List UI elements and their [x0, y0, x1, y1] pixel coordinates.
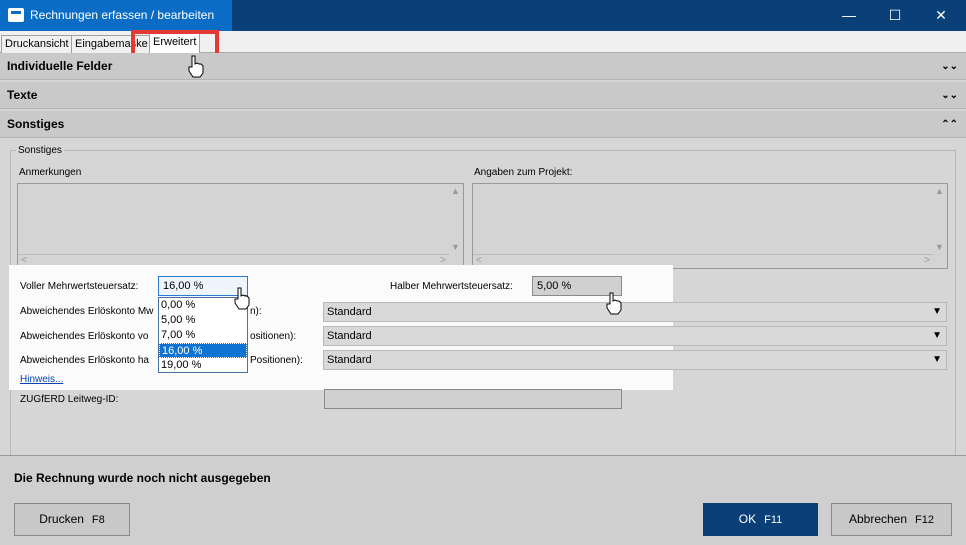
- shortcut-key: F8: [91, 514, 105, 526]
- expand-icon: ⌄⌄: [941, 61, 958, 72]
- dropdown-option[interactable]: 5,00 %: [159, 313, 247, 328]
- zugferd-input[interactable]: [324, 389, 622, 409]
- erloes2-label-end: ositionen):: [250, 331, 297, 342]
- hand-cursor-icon: [188, 55, 204, 78]
- hand-cursor-icon: [606, 292, 622, 315]
- section-label: Sonstiges: [7, 117, 65, 131]
- chevron-down-icon: ▼: [932, 330, 942, 341]
- projekt-textarea[interactable]: ▲ ▼ < >: [472, 183, 948, 269]
- shortcut-key: F12: [915, 514, 934, 526]
- zugferd-label: ZUGfERD Leitweg-ID:: [20, 394, 119, 405]
- erloes3-label: Abweichendes Erlöskonto ha: [20, 355, 149, 366]
- section-label: Individuelle Felder: [7, 59, 113, 73]
- app-icon: [8, 8, 24, 22]
- combo-value: Standard: [327, 330, 372, 342]
- vertical-scrollbar[interactable]: ▲ ▼: [933, 184, 947, 254]
- status-bar: Die Rechnung wurde noch nicht ausgegeben…: [0, 455, 966, 545]
- erloes1-label: Abweichendes Erlöskonto Mw: [20, 306, 154, 317]
- hinweis-link[interactable]: Hinweis...: [20, 374, 63, 385]
- erloes3-combo[interactable]: Standard ▼: [323, 350, 947, 370]
- halber-label: Halber Mehrwertsteuersatz:: [390, 281, 513, 292]
- tab-druckansicht[interactable]: Druckansicht: [1, 35, 73, 53]
- anmerkungen-label: Anmerkungen: [19, 167, 82, 178]
- projekt-label: Angaben zum Projekt:: [474, 167, 573, 178]
- button-label: Abbrechen: [848, 512, 908, 526]
- anmerkungen-textarea[interactable]: ▲ ▼ < >: [17, 183, 464, 269]
- voller-label: Voller Mehrwertsteuersatz:: [20, 281, 139, 292]
- combo-value: Standard: [327, 306, 372, 318]
- chevron-down-icon: ▼: [932, 306, 942, 317]
- group-title: Sonstiges: [16, 145, 64, 156]
- button-label: Drucken: [39, 512, 84, 526]
- erloes2-combo[interactable]: Standard ▼: [323, 326, 947, 346]
- status-text: Die Rechnung wurde noch nicht ausgegeben: [14, 471, 271, 485]
- window-title: Rechnungen erfassen / bearbeiten: [30, 8, 215, 22]
- title-bar: Rechnungen erfassen / bearbeiten — ☐ ✕: [0, 0, 966, 31]
- abbrechen-button[interactable]: Abbrechen F12: [831, 503, 952, 536]
- section-sonstiges[interactable]: Sonstiges ⌃⌃: [0, 111, 966, 138]
- erloes1-combo[interactable]: Standard ▼: [323, 302, 947, 322]
- dropdown-option[interactable]: 19,00 %: [159, 358, 247, 373]
- combo-value: Standard: [327, 354, 372, 366]
- collapse-icon: ⌃⌃: [941, 119, 958, 130]
- expand-icon: ⌄⌄: [941, 90, 958, 101]
- vertical-scrollbar[interactable]: ▲ ▼: [449, 184, 463, 254]
- section-individuelle-felder[interactable]: Individuelle Felder ⌄⌄: [0, 53, 966, 80]
- section-label: Texte: [7, 88, 38, 102]
- erloes3-label-end: Positionen):: [250, 355, 303, 366]
- dropdown-option-selected[interactable]: 16,00 %: [159, 343, 247, 358]
- dropdown-option[interactable]: 7,00 %: [159, 328, 247, 343]
- minimize-button[interactable]: —: [826, 0, 872, 31]
- ok-button[interactable]: OK F11: [703, 503, 818, 536]
- maximize-button[interactable]: ☐: [872, 0, 918, 31]
- close-button[interactable]: ✕: [918, 0, 964, 31]
- chevron-down-icon: ▼: [932, 354, 942, 365]
- section-texte[interactable]: Texte ⌄⌄: [0, 82, 966, 109]
- shortcut-key: F11: [764, 514, 783, 526]
- button-label: OK: [738, 512, 757, 526]
- drucken-button[interactable]: Drucken F8: [14, 503, 130, 536]
- hand-cursor-icon: [234, 287, 250, 310]
- erloes2-label: Abweichendes Erlöskonto vo: [20, 331, 149, 342]
